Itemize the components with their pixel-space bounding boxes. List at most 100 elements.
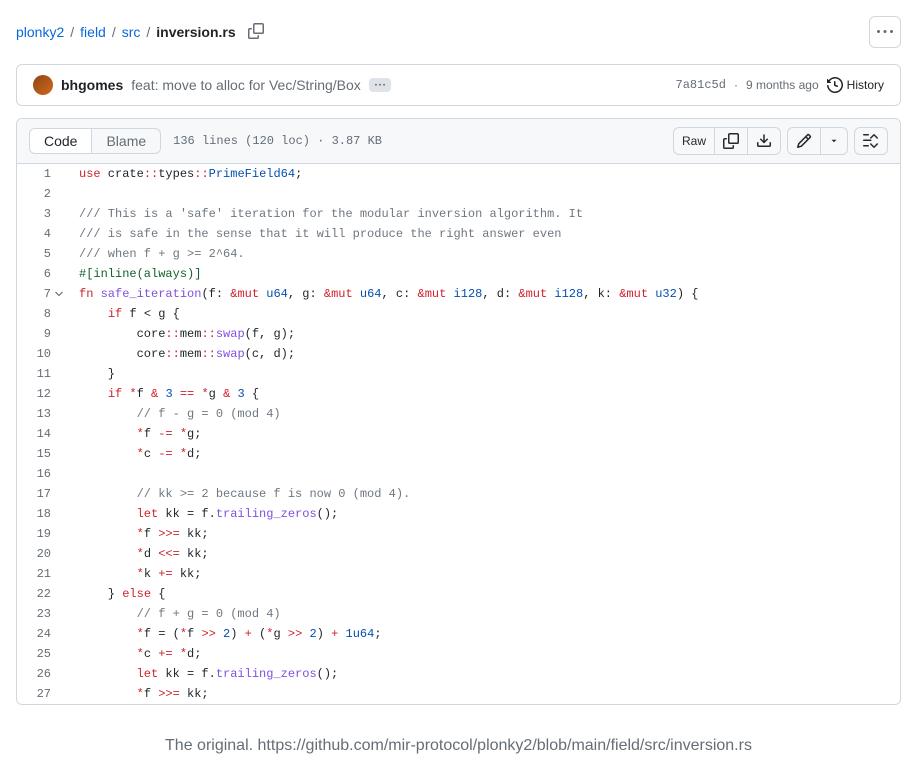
code-line: 6#[inline(always)] — [17, 264, 900, 284]
code-text[interactable]: *f -= *g; — [63, 424, 201, 444]
line-number[interactable]: 14 — [17, 424, 63, 444]
line-number[interactable]: 1 — [17, 164, 63, 184]
line-number[interactable]: 19 — [17, 524, 63, 544]
line-number[interactable]: 8 — [17, 304, 63, 324]
code-text[interactable]: let kk = f.trailing_zeros(); — [63, 664, 338, 684]
file-header: plonky2 / field / src / inversion.rs — [16, 8, 901, 64]
code-line: 2 — [17, 184, 900, 204]
line-number[interactable]: 15 — [17, 444, 63, 464]
code-text[interactable]: *f >>= kk; — [63, 524, 209, 544]
code-text[interactable]: #[inline(always)] — [63, 264, 201, 284]
code-line: 15 *c -= *d; — [17, 444, 900, 464]
code-tab[interactable]: Code — [30, 129, 92, 153]
line-number[interactable]: 5 — [17, 244, 63, 264]
line-number[interactable]: 22 — [17, 584, 63, 604]
raw-button[interactable]: Raw — [673, 127, 714, 155]
code-line: 3/// This is a 'safe' iteration for the … — [17, 204, 900, 224]
symbols-button[interactable] — [854, 127, 888, 155]
history-link[interactable]: History — [827, 77, 884, 93]
line-number[interactable]: 7 — [17, 284, 63, 304]
line-number[interactable]: 21 — [17, 564, 63, 584]
code-line: 7fn safe_iteration(f: &mut u64, g: &mut … — [17, 284, 900, 304]
expand-commit-button[interactable] — [369, 78, 391, 92]
line-number[interactable]: 12 — [17, 384, 63, 404]
code-text[interactable]: // f + g = 0 (mod 4) — [63, 604, 281, 624]
line-number[interactable]: 18 — [17, 504, 63, 524]
code-text[interactable]: if f < g { — [63, 304, 180, 324]
line-number[interactable]: 4 — [17, 224, 63, 244]
breadcrumb-link[interactable]: plonky2 — [16, 24, 64, 40]
code-text[interactable]: *c += *d; — [63, 644, 201, 664]
latest-commit-bar: bhgomes feat: move to alloc for Vec/Stri… — [16, 64, 901, 106]
line-number[interactable]: 17 — [17, 484, 63, 504]
line-number[interactable]: 13 — [17, 404, 63, 424]
commit-author[interactable]: bhgomes — [61, 77, 123, 93]
code-line: 13 // f - g = 0 (mod 4) — [17, 404, 900, 424]
code-text[interactable]: // kk >= 2 because f is now 0 (mod 4). — [63, 484, 410, 504]
code-line: 24 *f = (*f >> 2) + (*g >> 2) + 1u64; — [17, 624, 900, 644]
breadcrumb-sep: / — [112, 24, 116, 40]
code-line: 25 *c += *d; — [17, 644, 900, 664]
code-line: 20 *d <<= kk; — [17, 544, 900, 564]
image-caption: The original. https://github.com/mir-pro… — [16, 729, 901, 763]
file-view: Code Blame 136 lines (120 loc) · 3.87 KB… — [16, 118, 901, 705]
code-text[interactable]: let kk = f.trailing_zeros(); — [63, 504, 338, 524]
line-number[interactable]: 25 — [17, 644, 63, 664]
line-number[interactable]: 16 — [17, 464, 63, 484]
breadcrumb-link[interactable]: src — [122, 24, 141, 40]
dot-sep: · — [734, 78, 738, 92]
code-text[interactable] — [63, 184, 79, 204]
code-text[interactable]: /// is safe in the sense that it will pr… — [63, 224, 561, 244]
code-line: 27 *f >>= kk; — [17, 684, 900, 704]
code-text[interactable]: *f >>= kk; — [63, 684, 209, 704]
author-avatar[interactable] — [33, 75, 53, 95]
line-number[interactable]: 10 — [17, 344, 63, 364]
more-options-button[interactable] — [869, 16, 901, 48]
code-text[interactable]: fn safe_iteration(f: &mut u64, g: &mut u… — [63, 284, 698, 304]
line-number[interactable]: 24 — [17, 624, 63, 644]
line-number[interactable]: 23 — [17, 604, 63, 624]
breadcrumb-link[interactable]: field — [80, 24, 106, 40]
history-label: History — [847, 78, 884, 92]
edit-button[interactable] — [787, 127, 820, 155]
code-text[interactable]: } else { — [63, 584, 165, 604]
line-number[interactable]: 6 — [17, 264, 63, 284]
line-number[interactable]: 3 — [17, 204, 63, 224]
blame-tab[interactable]: Blame — [92, 129, 160, 153]
code-line: 9 core::mem::swap(f, g); — [17, 324, 900, 344]
line-number[interactable]: 20 — [17, 544, 63, 564]
breadcrumb-sep: / — [70, 24, 74, 40]
code-text[interactable]: if *f & 3 == *g & 3 { — [63, 384, 259, 404]
code-text[interactable]: use crate::types::PrimeField64; — [63, 164, 302, 184]
copy-button[interactable] — [714, 127, 747, 155]
copy-path-icon[interactable] — [248, 23, 264, 42]
chevron-down-icon — [829, 136, 839, 146]
line-number[interactable]: 27 — [17, 684, 63, 704]
pencil-icon — [796, 133, 812, 149]
history-icon — [827, 77, 843, 93]
commit-sha[interactable]: 7a81c5d — [676, 78, 726, 92]
breadcrumb-sep: / — [146, 24, 150, 40]
line-number[interactable]: 26 — [17, 664, 63, 684]
line-number[interactable]: 2 — [17, 184, 63, 204]
code-text[interactable]: *c -= *d; — [63, 444, 201, 464]
line-number[interactable]: 9 — [17, 324, 63, 344]
code-text[interactable]: core::mem::swap(f, g); — [63, 324, 295, 344]
code-text[interactable]: *f = (*f >> 2) + (*g >> 2) + 1u64; — [63, 624, 382, 644]
code-text[interactable]: *k += kk; — [63, 564, 201, 584]
code-text[interactable]: *d <<= kk; — [63, 544, 209, 564]
file-info: 136 lines (120 loc) · 3.87 KB — [173, 134, 382, 148]
code-text[interactable]: } — [63, 364, 115, 384]
code-text[interactable] — [63, 464, 79, 484]
line-number[interactable]: 11 — [17, 364, 63, 384]
code-text[interactable]: core::mem::swap(c, d); — [63, 344, 295, 364]
edit-dropdown[interactable] — [820, 127, 848, 155]
code-line: 5/// when f + g >= 2^64. — [17, 244, 900, 264]
copy-icon — [723, 133, 739, 149]
code-line: 19 *f >>= kk; — [17, 524, 900, 544]
commit-message[interactable]: feat: move to alloc for Vec/String/Box — [131, 77, 361, 93]
code-text[interactable]: /// when f + g >= 2^64. — [63, 244, 245, 264]
code-text[interactable]: /// This is a 'safe' iteration for the m… — [63, 204, 583, 224]
code-text[interactable]: // f - g = 0 (mod 4) — [63, 404, 281, 424]
download-button[interactable] — [747, 127, 781, 155]
